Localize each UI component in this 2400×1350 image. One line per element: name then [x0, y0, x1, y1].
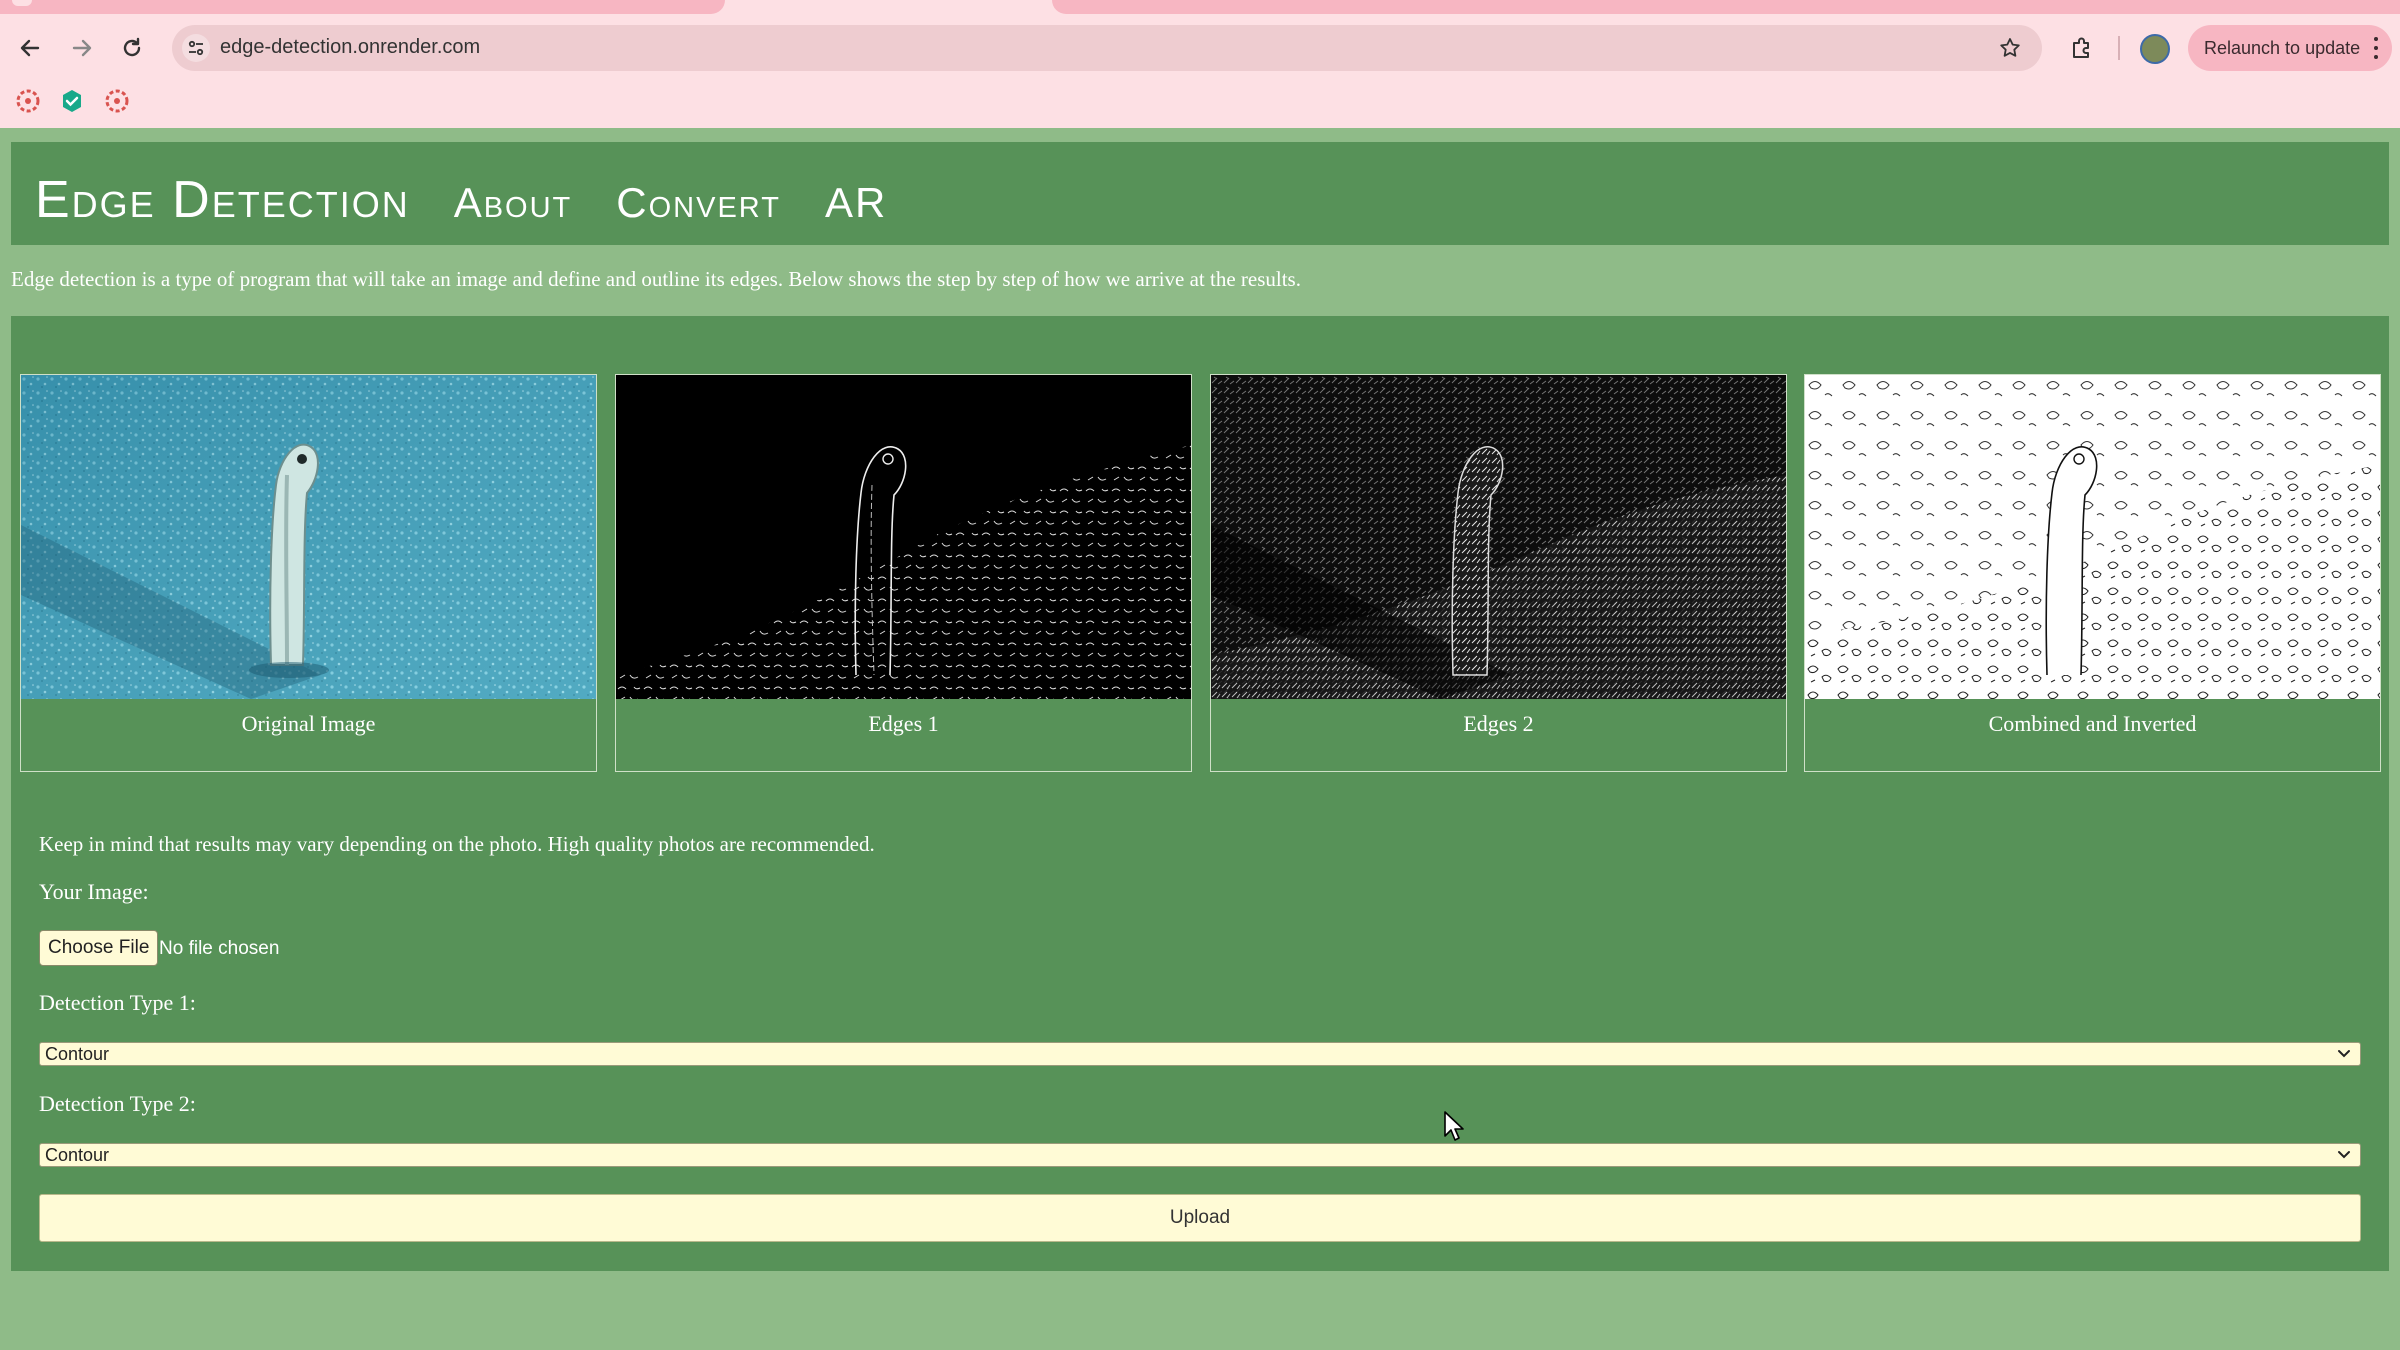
chevron-down-icon — [2338, 1151, 2350, 1159]
reload-button[interactable] — [114, 30, 150, 66]
tab-indicator — [12, 0, 32, 6]
choose-file-button[interactable]: Choose File — [39, 930, 159, 966]
extensions-button[interactable] — [2064, 30, 2100, 66]
tab-left[interactable] — [0, 0, 725, 14]
nav-link-ar[interactable]: AR — [825, 179, 887, 227]
site-info-button[interactable] — [182, 34, 210, 62]
chevron-down-icon — [2338, 1050, 2350, 1058]
card-caption: Combined and Inverted — [1988, 711, 2197, 736]
combined-inverted-image — [1805, 375, 2380, 699]
card-caption: Edges 2 — [1463, 711, 1534, 736]
main-panel: Original Image Edges 1 Edges 2 Combined … — [11, 316, 2389, 1271]
back-button[interactable] — [12, 30, 48, 66]
tab-right[interactable] — [1052, 0, 2400, 14]
quality-note: Keep in mind that results may vary depen… — [39, 832, 875, 856]
file-status: No file chosen — [159, 938, 280, 959]
star-icon — [2000, 38, 2020, 57]
edges-1-image — [616, 375, 1191, 699]
detection-type-2-value: Contour — [45, 1145, 110, 1165]
intro-text: Edge detection is a type of program that… — [11, 267, 1301, 291]
browser-chrome: edge-detection.onrender.com Relaunch to … — [0, 0, 2400, 128]
extensions-icon — [2073, 37, 2089, 58]
cursor-icon — [1444, 1111, 1464, 1141]
forward-button[interactable] — [64, 30, 100, 66]
relaunch-label: Relaunch to update — [2204, 37, 2361, 58]
reload-icon — [123, 37, 141, 57]
nav-link-convert[interactable]: Convert — [616, 179, 781, 227]
detection-type-1-select[interactable]: Contour — [39, 1042, 2361, 1066]
detection-type-1-value: Contour — [45, 1044, 110, 1064]
bookmark-shield-icon[interactable] — [59, 88, 85, 114]
card-edges-1: Edges 1 — [615, 374, 1192, 772]
site-header: Edge Detection About Convert AR — [11, 142, 2389, 245]
detection-type-1-label: Detection Type 1: — [39, 990, 196, 1015]
back-arrow-icon — [20, 39, 40, 57]
tune-icon — [188, 40, 204, 56]
card-original-image: Original Image — [20, 374, 597, 772]
profile-icon[interactable] — [2140, 34, 2170, 64]
tab-strip — [0, 0, 2400, 16]
card-caption: Edges 1 — [868, 711, 939, 736]
detection-type-2-label: Detection Type 2: — [39, 1091, 196, 1116]
edges-2-image — [1211, 375, 1786, 699]
bookmark-star-button[interactable] — [1996, 34, 2024, 62]
detection-type-2-select[interactable]: Contour — [39, 1143, 2361, 1167]
nav-link-about[interactable]: About — [454, 179, 573, 227]
url-text[interactable]: edge-detection.onrender.com — [220, 36, 480, 59]
forward-arrow-icon — [72, 39, 92, 57]
address-bar[interactable]: edge-detection.onrender.com — [172, 25, 2042, 71]
nav-brand[interactable]: Edge Detection — [35, 170, 410, 230]
kebab-menu-icon[interactable] — [2374, 37, 2378, 59]
card-caption: Original Image — [241, 711, 376, 736]
your-image-label: Your Image: — [39, 879, 149, 904]
bookmark-flower-icon[interactable] — [15, 88, 41, 114]
relaunch-button[interactable]: Relaunch to update — [2188, 25, 2392, 71]
toolbar-divider — [2118, 36, 2120, 60]
card-edges-2: Edges 2 — [1210, 374, 1787, 772]
bookmark-flower-icon[interactable] — [104, 88, 130, 114]
upload-button[interactable]: Upload — [39, 1194, 2361, 1242]
site-nav: Edge Detection About Convert AR — [35, 170, 931, 230]
original-image — [21, 375, 596, 699]
card-combined-inverted: Combined and Inverted — [1804, 374, 2381, 772]
